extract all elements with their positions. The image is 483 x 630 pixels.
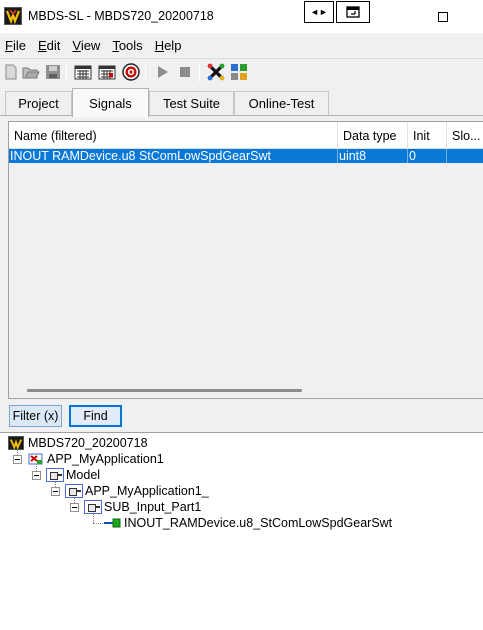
block-icon	[84, 500, 102, 514]
tab-online-test[interactable]: Online-Test	[234, 91, 329, 115]
tree-item-label: INOUT_RAMDevice.u8_StComLowSpdGearSwt	[124, 516, 393, 530]
cell-init: 0	[408, 149, 447, 163]
tree-item-signal[interactable]: INOUT_RAMDevice.u8_StComLowSpdGearSwt	[103, 515, 392, 531]
cell-data-type: uint8	[338, 149, 408, 163]
signals-table: Name (filtered) Data type Init Slo... IN…	[8, 121, 483, 399]
window-restore-icon	[346, 6, 360, 18]
collapse-toggle[interactable]	[51, 487, 60, 496]
save-icon[interactable]	[44, 63, 62, 81]
menu-help[interactable]: Help	[155, 38, 182, 53]
tree-connector	[93, 523, 103, 524]
maximize-icon	[438, 12, 448, 22]
tab-strip: Project Signals Test Suite Online-Test	[0, 88, 483, 117]
tree-root[interactable]: MBDS720_20200718	[8, 435, 148, 451]
table-row[interactable]: INOUT RAMDevice.u8 StComLowSpdGearSwt ui…	[9, 149, 483, 163]
toolbar-separator	[66, 64, 67, 82]
toolbar-separator	[145, 64, 146, 82]
column-header-slot[interactable]: Slo...	[447, 122, 483, 149]
toolbar	[0, 58, 483, 86]
tab-test-suite[interactable]: Test Suite	[149, 91, 234, 115]
arrows-left-right-icon: ◄►	[310, 7, 328, 17]
window-title: MBDS-SL - MBDS720_20200718	[28, 9, 214, 23]
menu-file[interactable]: File	[5, 38, 26, 53]
cell-slot	[447, 149, 483, 163]
x-cross-icon[interactable]	[207, 63, 225, 81]
app-logo-icon	[8, 436, 24, 450]
filter-button[interactable]: Filter (x)	[9, 405, 62, 427]
tree-item-label: APP_MyApplication1_	[85, 484, 209, 498]
tree-item-label: APP_MyApplication1	[47, 452, 164, 466]
horizontal-scrollbar[interactable]	[27, 389, 302, 392]
restore-window-button[interactable]	[336, 1, 370, 23]
collapse-toggle[interactable]	[70, 503, 79, 512]
collapse-toggle[interactable]	[32, 471, 41, 480]
application-icon	[28, 453, 43, 465]
menu-view[interactable]: View	[72, 38, 100, 53]
column-header-init[interactable]: Init	[408, 122, 447, 149]
open-folder-icon[interactable]	[22, 63, 40, 81]
new-file-icon[interactable]	[2, 63, 20, 81]
tree-item-sub-input[interactable]: SUB_Input_Part1	[84, 499, 201, 515]
tree-item-label: Model	[66, 468, 101, 482]
block-icon	[65, 484, 83, 498]
find-button[interactable]: Find	[69, 405, 122, 427]
color-grid-icon[interactable]	[230, 63, 248, 81]
column-header-data-type[interactable]: Data type	[338, 122, 408, 149]
tree-item-application[interactable]: APP_MyApplication1	[28, 451, 164, 467]
target-icon[interactable]	[122, 63, 140, 81]
play-icon[interactable]	[153, 63, 171, 81]
tree-item-application-subsystem[interactable]: APP_MyApplication1_	[65, 483, 209, 499]
tab-signals[interactable]: Signals	[72, 88, 149, 117]
calendar-grid-2-icon[interactable]	[98, 63, 116, 81]
column-header-name[interactable]: Name (filtered)	[9, 122, 338, 149]
menu-edit[interactable]: Edit	[38, 38, 60, 53]
cell-name: INOUT RAMDevice.u8 StComLowSpdGearSwt	[9, 149, 338, 163]
tree-root-label: MBDS720_20200718	[28, 436, 148, 450]
maximize-button[interactable]	[430, 6, 456, 28]
stop-icon[interactable]	[176, 63, 194, 81]
tree-item-model[interactable]: Model	[46, 467, 100, 483]
toolbar-separator	[199, 64, 200, 82]
signal-arrow-icon	[104, 518, 121, 528]
menu-bar: File Edit View Tools Help	[0, 33, 483, 57]
table-header: Name (filtered) Data type Init Slo...	[9, 122, 483, 149]
tab-project[interactable]: Project	[5, 91, 72, 115]
collapse-toggle[interactable]	[13, 455, 22, 464]
project-tree: MBDS720_20200718 APP_MyApplication1 Mode…	[0, 432, 483, 630]
calendar-grid-icon[interactable]	[74, 63, 92, 81]
title-bar: MBDS-SL - MBDS720_20200718 ◄►	[0, 0, 483, 33]
menu-tools[interactable]: Tools	[112, 38, 142, 53]
app-logo-icon	[4, 7, 22, 25]
toggle-panel-button[interactable]: ◄►	[304, 1, 334, 23]
block-icon	[46, 468, 64, 482]
tree-item-label: SUB_Input_Part1	[104, 500, 202, 514]
